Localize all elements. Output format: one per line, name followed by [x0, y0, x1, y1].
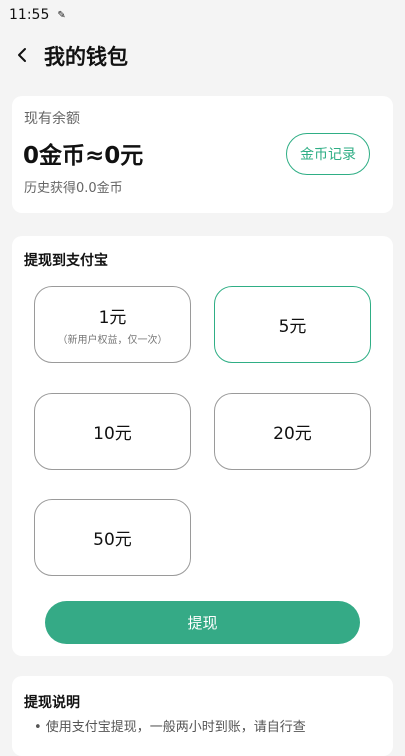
balance-label: 现有余额: [24, 111, 80, 127]
history-earned: 历史获得0.0金币: [24, 181, 123, 196]
coin-record-button[interactable]: 金币记录: [286, 133, 370, 175]
withdraw-option-10[interactable]: 10元: [34, 393, 191, 470]
option-value: 5元: [278, 317, 307, 337]
option-value: 10元: [93, 424, 132, 444]
withdraw-button[interactable]: 提现: [45, 601, 360, 644]
withdraw-option-20[interactable]: 20元: [214, 393, 371, 470]
option-note: （新用户权益，仅一次）: [57, 335, 168, 346]
back-icon[interactable]: [14, 46, 32, 64]
description-text: • 使用支付宝提现，一般两小时到账，请自行查: [34, 720, 306, 735]
option-value: 20元: [273, 424, 312, 444]
description-card: 提现说明 • 使用支付宝提现，一般两小时到账，请自行查: [12, 676, 393, 756]
withdraw-section-title: 提现到支付宝: [24, 253, 108, 269]
withdraw-card: 提现到支付宝 1元 （新用户权益，仅一次） 5元 10元 20元 50元 提现: [12, 236, 393, 656]
status-time: 11:55: [9, 7, 50, 23]
edit-notification-icon: ✎: [57, 9, 66, 21]
withdraw-option-50[interactable]: 50元: [34, 499, 191, 576]
withdraw-option-5[interactable]: 5元: [214, 286, 371, 363]
option-value: 1元: [98, 308, 127, 328]
option-value: 50元: [93, 530, 132, 550]
balance-card: 现有余额 0金币≈0元 历史获得0.0金币 金币记录: [12, 96, 393, 213]
balance-amount: 0金币≈0元: [23, 143, 144, 169]
description-title: 提现说明: [24, 695, 80, 711]
app-bar: 我的钱包: [0, 32, 405, 78]
withdraw-option-1[interactable]: 1元 （新用户权益，仅一次）: [34, 286, 191, 363]
status-bar: 11:55 ✎: [0, 0, 405, 30]
page-title: 我的钱包: [44, 45, 128, 69]
